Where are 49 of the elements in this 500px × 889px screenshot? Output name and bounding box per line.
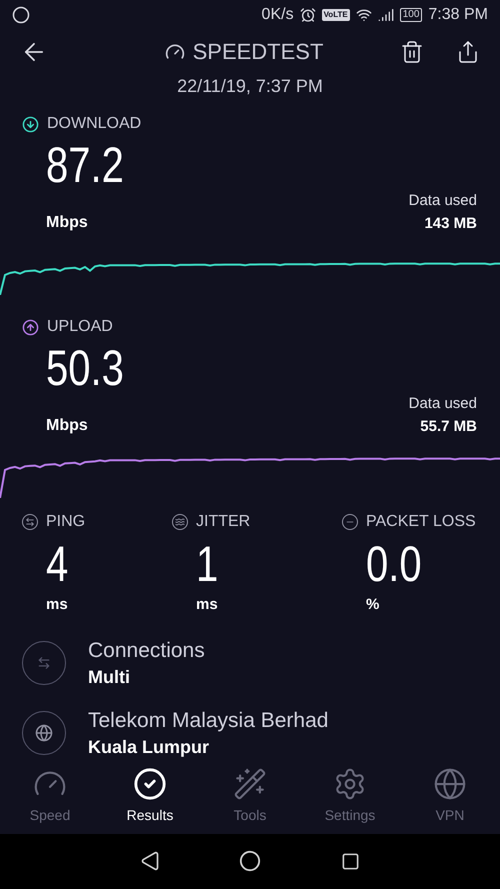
metric-label: JITTER xyxy=(196,512,250,532)
unit-label: Mbps xyxy=(46,416,88,436)
nav-tab[interactable]: Results xyxy=(100,766,200,826)
back-nav-icon[interactable] xyxy=(140,851,160,872)
metric-value: 1 xyxy=(196,535,218,594)
detail-title: Telekom Malaysia Berhad xyxy=(88,708,328,734)
detail-title: Connections xyxy=(88,638,205,664)
data-used-value: 143 MB xyxy=(424,214,477,234)
metric-unit: ms xyxy=(196,595,219,616)
app-title: SPEEDTEST xyxy=(192,38,324,66)
nav-tab[interactable]: Settings xyxy=(300,766,400,826)
clock: 7:38 PM xyxy=(428,5,488,25)
test-date: 22/11/19, 7:37 PM xyxy=(177,75,323,98)
metric-label: PING xyxy=(46,512,86,532)
metric-icon xyxy=(172,514,188,530)
speed-value: 87.2 xyxy=(46,136,124,194)
metric-icon xyxy=(22,514,38,530)
data-used-label: Data used xyxy=(408,394,477,414)
speed-value: 50.3 xyxy=(46,339,124,398)
battery-icon: 100 xyxy=(400,8,422,22)
test-label: UPLOAD xyxy=(47,317,113,338)
test-label: DOWNLOAD xyxy=(47,114,142,134)
alarm-icon xyxy=(300,7,316,23)
globe-icon xyxy=(22,710,66,755)
metric-value: 0.0 xyxy=(366,535,422,594)
metric-value: 4 xyxy=(46,535,68,594)
signal-icon xyxy=(378,7,394,23)
delete-button[interactable] xyxy=(400,40,424,64)
home-nav-icon[interactable] xyxy=(239,850,262,872)
network-speed: 0K/s xyxy=(262,5,294,25)
metric-unit: % xyxy=(366,595,380,616)
data-used-label: Data used xyxy=(408,191,477,212)
check-circle-icon xyxy=(133,766,167,801)
metric-unit: ms xyxy=(46,595,69,616)
nav-tab[interactable]: Speed xyxy=(0,766,100,826)
detail-value: Multi xyxy=(88,666,131,689)
connections-icon xyxy=(22,640,66,685)
volte-badge: VoLTE xyxy=(322,9,350,21)
globe-icon xyxy=(433,766,467,801)
detail-value: Kuala Lumpur xyxy=(88,736,210,759)
recents-nav-icon[interactable] xyxy=(341,852,360,871)
nav-tab[interactable]: VPN xyxy=(400,766,500,826)
metric-icon xyxy=(342,514,358,530)
wifi-icon xyxy=(356,7,372,23)
data-used-value: 55.7 MB xyxy=(420,416,477,437)
metric-label: PACKET LOSS xyxy=(366,512,476,532)
magic-wand-icon xyxy=(233,766,267,801)
unit-label: Mbps xyxy=(46,213,88,234)
nav-tab[interactable]: Tools xyxy=(200,766,300,826)
